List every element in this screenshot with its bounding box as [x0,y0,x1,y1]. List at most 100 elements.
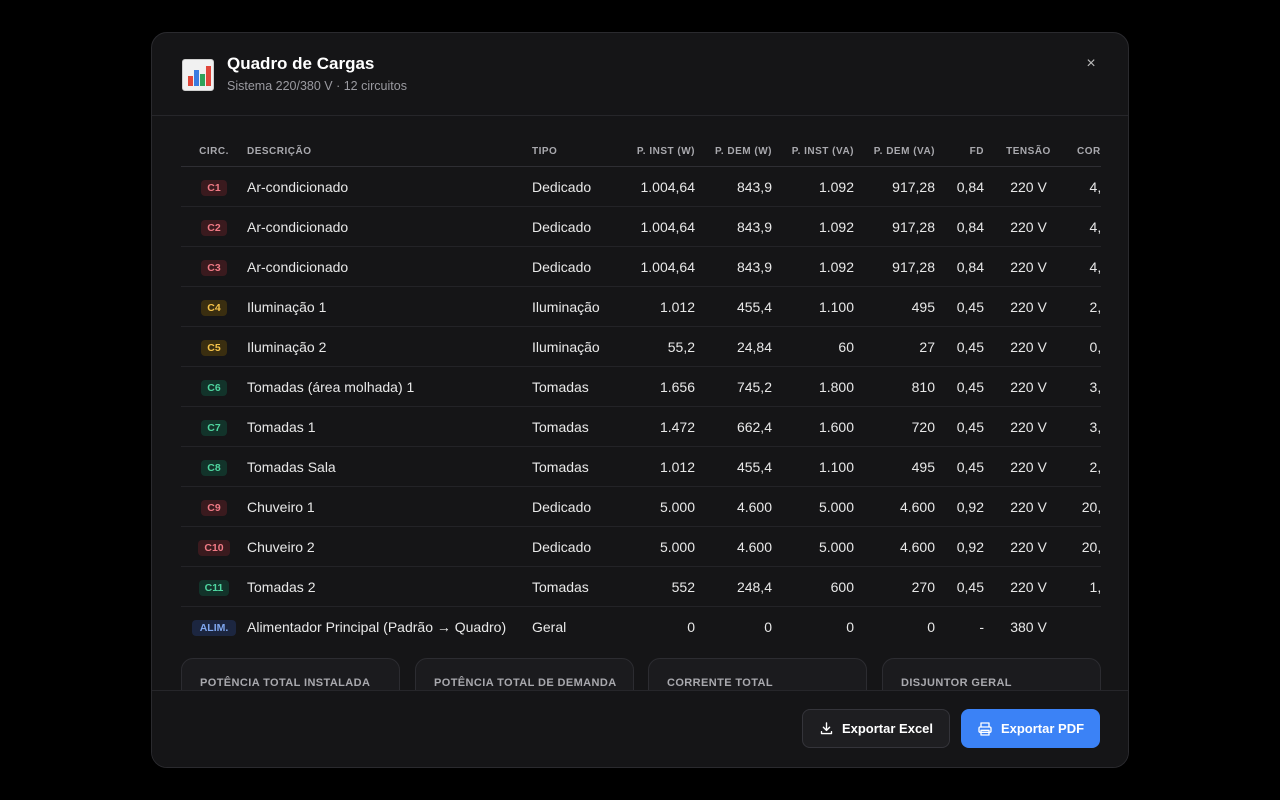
row-p-inst-va: 1.100 [772,446,854,487]
row-corrente: 3,6 [1063,366,1101,407]
row-p-inst-va: 5.000 [772,526,854,567]
row-p-inst-w: 1.004,64 [612,246,695,287]
table-row[interactable]: C11 Tomadas 2 Tomadas 552 248,4 600 270 0,45 220… [181,566,1101,607]
row-p-dem-va: 720 [854,406,935,447]
row-p-inst-w: 55,2 [612,326,695,367]
row-p-inst-va: 1.800 [772,366,854,407]
row-fd: 0,45 [935,366,984,407]
row-descricao: Ar-condicionado [247,206,532,247]
row-corrente: 3,2 [1063,406,1101,447]
row-p-inst-w: 1.004,64 [612,206,695,247]
row-corrente: 1,2 [1063,566,1101,607]
row-p-dem-va: 917,28 [854,166,935,207]
table-row[interactable]: C3 Ar-condicionado Dedicado 1.004,64 843,9 1.… [181,246,1101,287]
row-p-dem-w: 843,9 [695,246,772,287]
load-table-dialog: Quadro de Cargas Sistema 220/380 V · 12 … [151,32,1129,768]
row-tensao: 380 V [984,606,1063,640]
row-tipo: Iluminação [532,286,612,327]
summary-card-label: DISJUNTOR GERAL [901,677,1012,689]
row-p-inst-va: 0 [772,606,854,640]
row-p-inst-va: 5.000 [772,486,854,527]
row-tipo: Tomadas [532,446,612,487]
table-row[interactable]: C2 Ar-condicionado Dedicado 1.004,64 843,9 1.… [181,206,1101,247]
close-icon[interactable]: × [1082,55,1100,73]
export-excel-button[interactable]: Exportar Excel [802,709,950,748]
row-descricao: Ar-condicionado [247,246,532,287]
table-row[interactable]: C4 Iluminação 1 Iluminação 1.012 455,4 1.100 4… [181,286,1101,327]
table-row[interactable]: C6 Tomadas (área molhada) 1 Tomadas 1.656 74… [181,366,1101,407]
row-p-dem-w: 662,4 [695,406,772,447]
row-corrente: 20,9 [1063,526,1101,567]
row-descricao: Tomadas 1 [247,406,532,447]
row-p-inst-va: 1.092 [772,166,854,207]
row-descricao: Tomadas Sala [247,446,532,487]
row-tensao: 220 V [984,526,1063,567]
table-header-row: CIRC. DESCRIÇÃO TIPO P. INST (W) P. DEM … [181,136,1101,167]
summary-card-total-current: CORRENTE TOTAL [648,658,867,692]
summary-cards: POTÊNCIA TOTAL INSTALADA POTÊNCIA TOTAL … [181,658,1101,692]
row-fd: 0,45 [935,566,984,607]
row-tensao: 220 V [984,566,1063,607]
summary-card-label: CORRENTE TOTAL [667,677,774,689]
summary-card-total-demand: POTÊNCIA TOTAL DE DEMANDA [415,658,634,692]
load-table-scroll[interactable]: CIRC. DESCRIÇÃO TIPO P. INST (W) P. DEM … [181,136,1101,640]
row-p-dem-va: 917,28 [854,246,935,287]
row-p-dem-va: 27 [854,326,935,367]
col-p-dem-w: P. DEM (W) [695,136,772,167]
col-tensao: TENSÃO [984,136,1063,167]
row-p-dem-va: 917,28 [854,206,935,247]
row-tipo: Dedicado [532,206,612,247]
row-p-dem-va: 810 [854,366,935,407]
row-descricao: Iluminação 2 [247,326,532,367]
row-tensao: 220 V [984,246,1063,287]
col-p-inst-va: P. INST (VA) [772,136,854,167]
table-row[interactable]: C5 Iluminação 2 Iluminação 55,2 24,84 60 27 0,4… [181,326,1101,367]
row-circ: C5 [181,326,247,367]
circuit-badge: C3 [201,259,227,276]
export-pdf-label: Exportar PDF [1000,721,1085,736]
row-descricao: Ar-condicionado [247,166,532,207]
table-row[interactable]: C10 Chuveiro 2 Dedicado 5.000 4.600 5.000 4.60… [181,526,1101,567]
printer-icon [978,721,992,736]
dialog-subtitle: Sistema 220/380 V · 12 circuitos [227,79,407,93]
row-descricao: Tomadas 2 [247,566,532,607]
circuit-badge: C1 [201,179,227,196]
row-circ: C3 [181,246,247,287]
table-row[interactable]: C8 Tomadas Sala Tomadas 1.012 455,4 1.100 495 0… [181,446,1101,487]
row-fd: 0,84 [935,206,984,247]
dialog-footer: Exportar Excel Exportar PDF [152,690,1128,767]
row-tipo: Dedicado [532,526,612,567]
circuit-badge: C8 [201,459,227,476]
row-corrente: 4,1 [1063,206,1101,247]
col-corrente: CORRENTE [1063,136,1101,167]
summary-card-label: POTÊNCIA TOTAL INSTALADA [200,677,371,689]
download-icon [820,722,833,735]
row-tipo: Tomadas [532,406,612,447]
row-fd: 0,45 [935,446,984,487]
row-p-dem-w: 4.600 [695,526,772,567]
row-tensao: 220 V [984,166,1063,207]
circuit-badge: C9 [201,499,227,516]
row-fd: 0,45 [935,326,984,367]
row-tipo: Geral [532,606,612,640]
row-descricao: Tomadas (área molhada) 1 [247,366,532,407]
export-pdf-button[interactable]: Exportar PDF [961,709,1100,748]
row-p-dem-va: 4.600 [854,526,935,567]
circuit-badge: C6 [201,379,227,396]
table-row[interactable]: C9 Chuveiro 1 Dedicado 5.000 4.600 5.000 4.600… [181,486,1101,527]
row-tensao: 220 V [984,486,1063,527]
row-p-inst-w: 1.656 [612,366,695,407]
table-row[interactable]: ALIM. Alimentador Principal (Padrão → Qua… [181,606,1101,640]
row-p-inst-w: 1.012 [612,286,695,327]
row-p-inst-va: 1.600 [772,406,854,447]
row-circ: C1 [181,166,247,207]
circuit-badge: C11 [198,579,230,596]
row-tensao: 220 V [984,206,1063,247]
row-p-inst-w: 1.012 [612,446,695,487]
table-row[interactable]: C7 Tomadas 1 Tomadas 1.472 662,4 1.600 720 0,45… [181,406,1101,447]
row-circ: C11 [181,566,247,607]
row-tensao: 220 V [984,366,1063,407]
table-row[interactable]: C1 Ar-condicionado Dedicado 1.004,64 843,9 1.… [181,166,1101,207]
export-excel-label: Exportar Excel [841,721,934,736]
row-tensao: 220 V [984,446,1063,487]
